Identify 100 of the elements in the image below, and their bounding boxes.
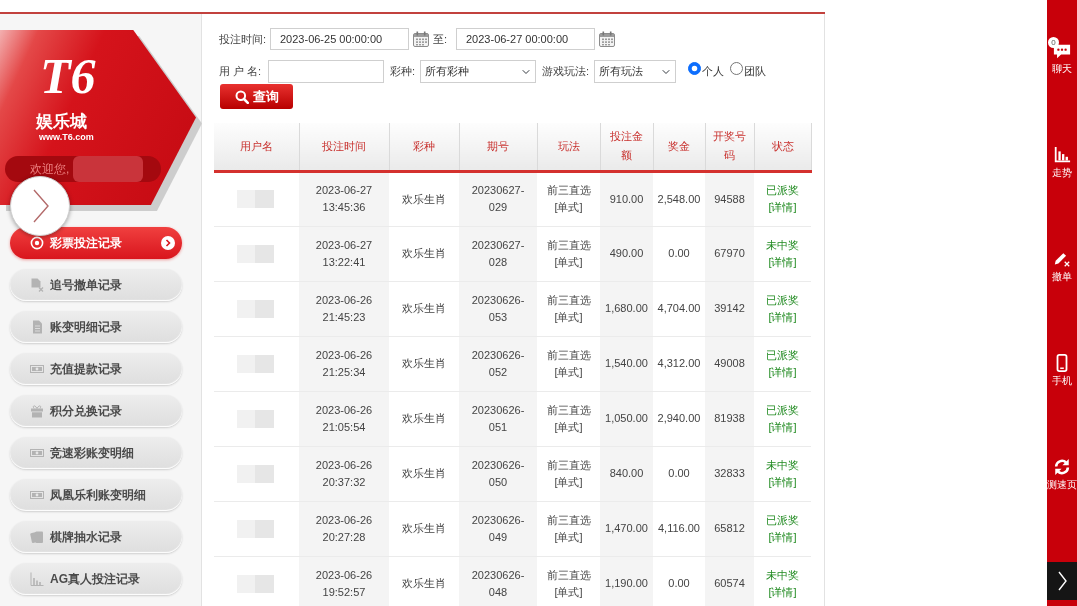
username-field[interactable] — [268, 60, 384, 83]
column-header: 投注金额 — [600, 123, 653, 171]
detail-link[interactable]: [详情] — [758, 363, 807, 381]
radio-button[interactable] — [730, 62, 743, 75]
blurred-block — [237, 574, 274, 593]
menu-item[interactable]: 追号撤单记录 — [10, 269, 182, 301]
table-cell: 94588 — [705, 171, 754, 226]
radio-label[interactable]: 个人 — [702, 63, 724, 80]
table-cell: 32833 — [705, 446, 754, 501]
bar-chart-icon — [1053, 146, 1071, 164]
menu-item[interactable]: 账变明细记录 — [10, 311, 182, 343]
table-cell: 49008 — [705, 336, 754, 391]
status-text: 已派奖 — [765, 347, 800, 363]
radio-button[interactable] — [688, 62, 701, 75]
status-text: 未中奖 — [765, 457, 800, 473]
search-icon — [234, 89, 249, 104]
welcome-text: 欢迎您, — [30, 162, 70, 176]
collapse-button[interactable] — [1047, 562, 1077, 600]
detail-link[interactable]: [详情] — [758, 583, 807, 601]
speed-test-button[interactable]: 测速页 — [1047, 452, 1077, 556]
radio-label[interactable]: 团队 — [744, 63, 766, 80]
chevron-right-icon — [31, 189, 49, 223]
table-cell: 2023-06-27 13:45:36 — [299, 171, 389, 226]
table-cell: 2023-06-26 21:25:34 — [299, 336, 389, 391]
table-cell: 490.00 — [600, 226, 653, 281]
menu-item[interactable]: 竞速彩账变明细 — [10, 437, 182, 469]
pencil-icon — [1053, 250, 1071, 268]
blurred-block — [237, 354, 274, 373]
detail-link[interactable]: [详情] — [758, 473, 807, 491]
calendar-icon[interactable] — [413, 31, 429, 47]
status-text: 未中奖 — [765, 567, 800, 583]
table-cell: 2023-06-27 13:22:41 — [299, 226, 389, 281]
table-cell: 910.00 — [600, 171, 653, 226]
menu-item[interactable]: 充值提款记录 — [10, 353, 182, 385]
menu-item[interactable]: AG真人投注记录 — [10, 563, 182, 595]
date-to-field[interactable]: 2023-06-27 00:00:00 — [456, 28, 595, 50]
table-cell: 1,050.00 — [600, 391, 653, 446]
table-cell: 20230626-050 — [459, 446, 537, 501]
menu-item[interactable]: 彩票投注记录 — [10, 227, 182, 259]
detail-link[interactable]: [详情] — [758, 253, 807, 271]
cards-icon — [30, 530, 44, 544]
blurred-block — [237, 409, 274, 428]
trend-button[interactable]: 走势 — [1047, 140, 1077, 244]
blurred-block — [237, 190, 274, 208]
calendar-icon[interactable] — [599, 31, 615, 47]
status-text: 已派奖 — [765, 183, 800, 198]
document-x-icon — [30, 278, 44, 292]
table-cell: 1,190.00 — [600, 556, 653, 606]
document-icon — [30, 320, 44, 334]
column-header: 开奖号码 — [705, 123, 754, 171]
bar-chart-icon — [30, 572, 44, 586]
banknote-icon — [30, 446, 44, 460]
refresh-icon — [1053, 458, 1071, 476]
detail-link[interactable]: [详情] — [758, 418, 807, 436]
table-cell: 20230626-048 — [459, 556, 537, 606]
menu-item[interactable]: 棋牌抽水记录 — [10, 521, 182, 553]
column-header: 状态 — [754, 123, 811, 171]
table-cell: 1,540.00 — [600, 336, 653, 391]
field-label: 彩种: — [390, 64, 417, 80]
dropdown-field[interactable]: 所有彩种 — [420, 60, 536, 83]
detail-link[interactable]: [详情] — [758, 308, 807, 326]
banknote-icon — [30, 488, 44, 502]
column-header: 用户名 — [214, 123, 299, 171]
search-button[interactable]: 查询 — [220, 84, 293, 109]
date-from-field[interactable]: 2023-06-25 00:00:00 — [270, 28, 409, 50]
table-cell: 2023-06-26 21:05:54 — [299, 391, 389, 446]
table-cell: 20230626-053 — [459, 281, 537, 336]
field-label: 至: — [433, 31, 449, 47]
detail-link[interactable]: [详情] — [758, 199, 807, 216]
blurred-block — [237, 519, 274, 538]
table-cell: 65812 — [705, 501, 754, 556]
chevron-right-icon — [1057, 571, 1067, 591]
column-header: 投注时间 — [299, 123, 389, 171]
column-header: 奖金 — [653, 123, 705, 171]
detail-link[interactable]: [详情] — [758, 528, 807, 546]
table-cell: 67970 — [705, 226, 754, 281]
column-header: 玩法 — [537, 123, 600, 171]
cancel-button[interactable]: 撤单 — [1047, 244, 1077, 348]
table-cell: 81938 — [705, 391, 754, 446]
table-cell: 2023-06-26 19:52:57 — [299, 556, 389, 606]
chat-button[interactable]: 0 聊天 — [1047, 36, 1077, 140]
menu-item[interactable]: 积分兑换记录 — [10, 395, 182, 427]
banknote-icon — [30, 362, 44, 376]
table-cell: 20230626-052 — [459, 336, 537, 391]
field-label: 用 户 名: — [219, 64, 263, 80]
column-header: 期号 — [459, 123, 537, 171]
mobile-button[interactable]: 手机 — [1047, 348, 1077, 452]
status-text: 已派奖 — [765, 402, 800, 418]
status-text: 已派奖 — [765, 292, 800, 308]
gift-icon — [30, 404, 44, 418]
column-header: 彩种 — [389, 123, 459, 171]
table-cell: 60574 — [705, 556, 754, 606]
blurred-block — [237, 299, 274, 318]
dropdown-field[interactable]: 所有玩法 — [594, 60, 676, 83]
logo-mark: T6 — [40, 47, 96, 106]
table-cell: 840.00 — [600, 446, 653, 501]
chat-icon — [1053, 42, 1071, 60]
field-label: 游戏玩法: — [542, 64, 591, 80]
menu-item[interactable]: 凤凰乐利账变明细 — [10, 479, 182, 511]
table-cell: 2023-06-26 20:27:28 — [299, 501, 389, 556]
